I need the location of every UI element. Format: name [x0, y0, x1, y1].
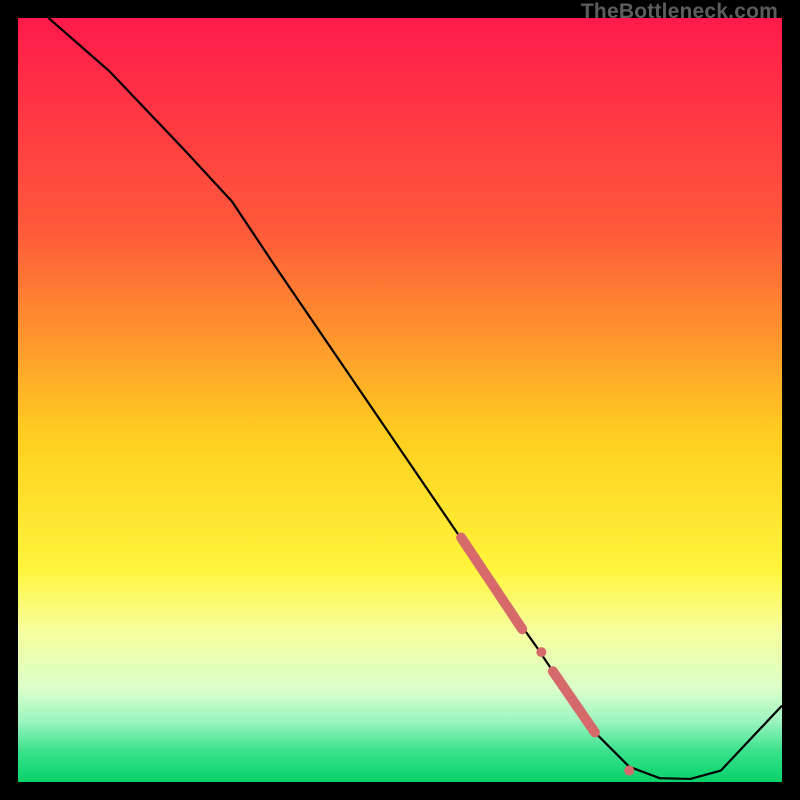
chart-frame: TheBottleneck.com: [0, 0, 800, 800]
marker-dot-mid: [536, 647, 546, 657]
chart-svg: [18, 18, 782, 782]
marker-dot-bottom: [624, 766, 634, 776]
watermark-text: TheBottleneck.com: [581, 0, 778, 24]
plot-area: [18, 18, 782, 782]
gradient-background: [18, 18, 782, 782]
